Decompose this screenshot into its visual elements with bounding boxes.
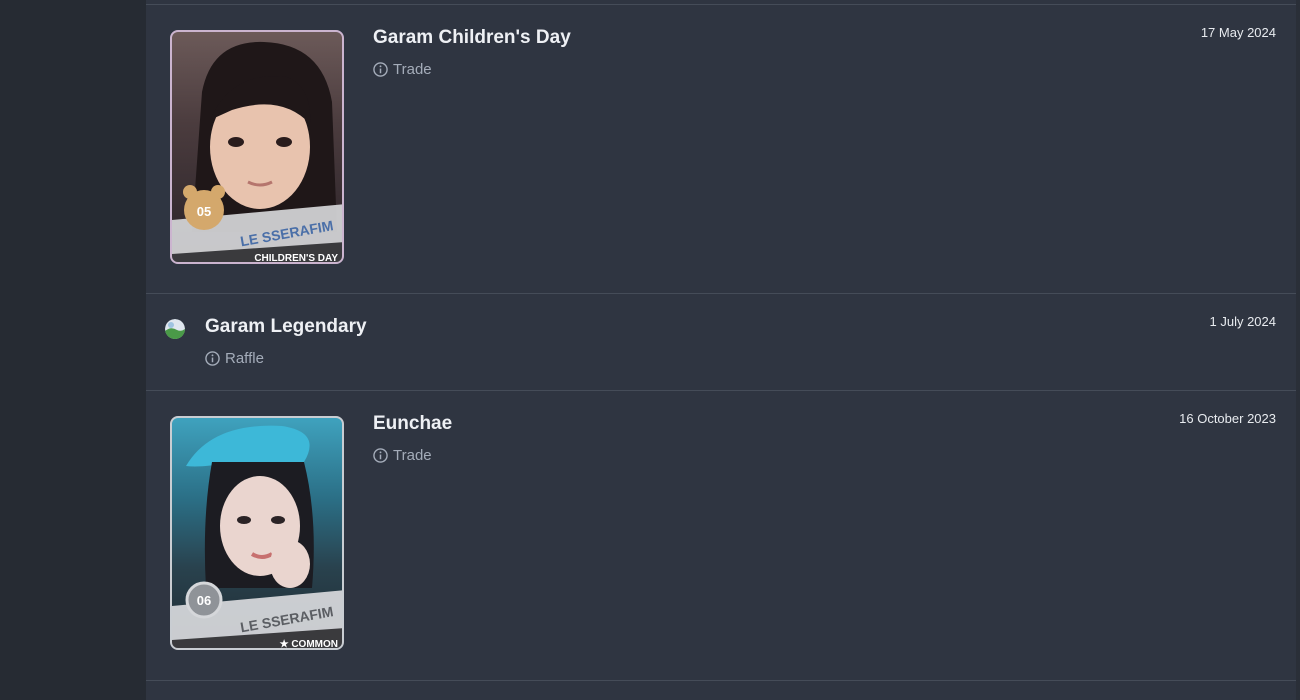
card-footer-label: CHILDREN'S DAY — [254, 253, 338, 264]
entry-meta-label: Trade — [393, 61, 432, 78]
info-icon — [373, 448, 388, 463]
info-icon — [205, 351, 220, 366]
entry-date: 1 July 2024 — [1209, 314, 1277, 329]
card-artwork: 06 LE SSERAFIM ★ COMMON — [172, 425, 342, 650]
card-footer-label: ★ COMMON — [280, 639, 338, 650]
entry-meta-label: Trade — [393, 447, 432, 464]
entry-title[interactable]: Eunchae — [373, 413, 452, 435]
divider — [146, 680, 1296, 681]
history-list: 05 LE SSERAFIM CHILDREN'S DAY Garam Chil… — [146, 0, 1296, 700]
card-image[interactable]: 06 LE SSERAFIM ★ COMMON — [170, 416, 344, 650]
entry-title[interactable]: Garam Legendary — [205, 316, 367, 338]
card-number: 06 — [197, 593, 211, 608]
entry-title[interactable]: Garam Children's Day — [373, 27, 571, 49]
entry-meta: Trade — [373, 61, 432, 78]
avatar-icon[interactable] — [165, 319, 185, 339]
card-artwork: 05 LE SSERAFIM CHILDREN'S DAY — [172, 41, 342, 264]
history-entry[interactable]: 05 LE SSERAFIM CHILDREN'S DAY Garam Chil… — [146, 5, 1296, 293]
entry-date: 16 October 2023 — [1179, 411, 1276, 426]
sidebar — [0, 0, 146, 700]
entry-meta-label: Raffle — [225, 350, 264, 367]
entry-date: 17 May 2024 — [1200, 25, 1276, 40]
history-entry[interactable]: Garam Legendary Raffle 1 July 2024 — [146, 294, 1296, 390]
info-icon — [373, 62, 388, 77]
entry-meta: Trade — [373, 447, 432, 464]
card-number: 05 — [197, 204, 211, 219]
card-image[interactable]: 05 LE SSERAFIM CHILDREN'S DAY — [170, 30, 344, 264]
history-entry[interactable]: 06 LE SSERAFIM ★ COMMON Eunchae Trade 16… — [146, 391, 1296, 680]
entry-meta: Raffle — [205, 350, 264, 367]
